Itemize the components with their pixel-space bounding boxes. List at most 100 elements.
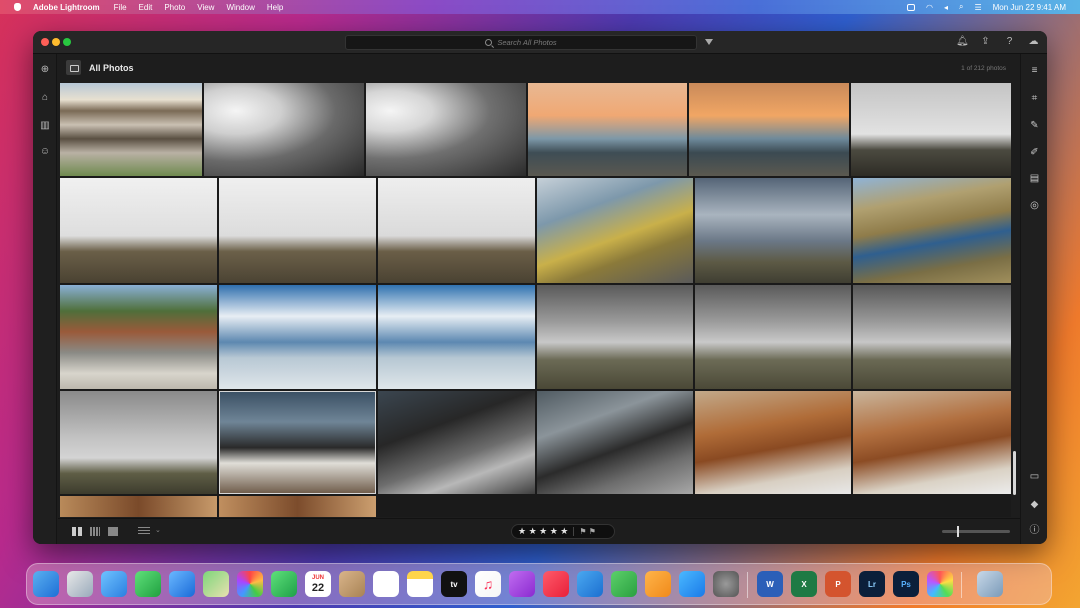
crop-icon[interactable]: ⌗	[1028, 92, 1041, 105]
battery-icon[interactable]	[906, 3, 915, 11]
photo-thumbnail[interactable]	[537, 391, 693, 494]
safari-icon[interactable]	[101, 571, 127, 597]
healing-brush-icon[interactable]: ✎	[1028, 119, 1041, 132]
photo-grid-view-icon[interactable]	[90, 527, 100, 536]
calendar-icon[interactable]: JUN 22	[305, 571, 331, 597]
notifications-bell-icon[interactable]: 🔔︎	[956, 36, 969, 47]
photo-thumbnail-selected[interactable]	[219, 391, 376, 494]
photo-thumbnail[interactable]	[851, 83, 1011, 176]
photo-thumbnail[interactable]	[695, 285, 851, 389]
lightroom-icon[interactable]: Lr	[859, 571, 885, 597]
control-center-icon[interactable]: ☰	[974, 3, 981, 12]
grid-scrollbar[interactable]	[1013, 451, 1016, 495]
messages-icon[interactable]	[135, 571, 161, 597]
contacts-icon[interactable]	[339, 571, 365, 597]
facetime-icon[interactable]	[271, 571, 297, 597]
photo-thumbnail[interactable]	[695, 391, 851, 494]
cloud-sync-icon[interactable]: ☁	[1028, 36, 1039, 47]
color-app-icon[interactable]	[927, 571, 953, 597]
help-icon[interactable]: ?	[1004, 36, 1015, 47]
menu-help[interactable]: Help	[267, 3, 283, 12]
downloads-folder-icon[interactable]	[977, 571, 1003, 597]
radial-filter-icon[interactable]: ◎	[1028, 199, 1041, 212]
maps-icon[interactable]	[203, 571, 229, 597]
menu-view[interactable]: View	[197, 3, 214, 12]
people-icon[interactable]: ☺	[39, 146, 51, 158]
keynote-icon[interactable]	[577, 571, 603, 597]
square-grid-view-icon[interactable]	[72, 527, 82, 536]
photo-thumbnail[interactable]	[378, 178, 535, 283]
search-input[interactable]: Search All Photos	[345, 35, 697, 50]
photo-thumbnail[interactable]	[366, 83, 526, 176]
sort-icon[interactable]	[138, 527, 150, 536]
comments-icon[interactable]: ▭	[1028, 470, 1041, 483]
photo-thumbnail[interactable]	[219, 496, 376, 517]
close-window-button[interactable]	[41, 38, 49, 46]
photo-thumbnail[interactable]	[378, 391, 535, 494]
mail-icon[interactable]	[169, 571, 195, 597]
menu-photo[interactable]: Photo	[164, 3, 185, 12]
thumbnail-size-slider[interactable]	[942, 526, 1010, 537]
menubar-app-name[interactable]: Adobe Lightroom	[33, 3, 100, 12]
launchpad-icon[interactable]	[67, 571, 93, 597]
music-icon[interactable]: ♫	[475, 571, 501, 597]
finder-icon[interactable]	[33, 571, 59, 597]
brush-icon[interactable]: ✐	[1028, 146, 1041, 159]
podcasts-icon[interactable]	[509, 571, 535, 597]
star-rating[interactable]: ★ ★ ★ ★ ★	[518, 526, 568, 537]
flag-icons[interactable]: ⚑ ⚑	[579, 527, 596, 536]
excel-icon[interactable]: X	[791, 571, 817, 597]
photos-icon[interactable]	[237, 571, 263, 597]
menubar-clock[interactable]: Mon Jun 22 9:41 AM	[993, 3, 1066, 12]
notes-icon[interactable]	[407, 571, 433, 597]
share-icon[interactable]: ⇪	[980, 36, 991, 47]
keywords-tag-icon[interactable]: ◆	[1028, 498, 1041, 511]
home-icon[interactable]: ⌂	[39, 92, 51, 104]
chevron-down-icon[interactable]: ⌄	[155, 526, 161, 534]
photo-thumbnail[interactable]	[204, 83, 364, 176]
numbers-icon[interactable]	[611, 571, 637, 597]
photo-thumbnail[interactable]	[537, 178, 693, 283]
menu-file[interactable]: File	[114, 3, 127, 12]
news-icon[interactable]	[543, 571, 569, 597]
slider-handle[interactable]	[957, 526, 959, 537]
library-icon[interactable]: ▥	[39, 120, 51, 132]
photoshop-icon[interactable]: Ps	[893, 571, 919, 597]
minimize-window-button[interactable]	[52, 38, 60, 46]
photo-thumbnail[interactable]	[60, 285, 217, 389]
add-photos-icon[interactable]: ⊕	[39, 64, 51, 76]
menu-window[interactable]: Window	[226, 3, 254, 12]
powerpoint-icon[interactable]: P	[825, 571, 851, 597]
detail-view-icon[interactable]	[108, 527, 118, 536]
photo-thumbnail[interactable]	[853, 285, 1011, 389]
photo-thumbnail[interactable]	[695, 178, 851, 283]
photo-thumbnail[interactable]	[60, 178, 217, 283]
reminders-icon[interactable]	[373, 571, 399, 597]
photo-thumbnail[interactable]	[219, 178, 376, 283]
app-store-icon[interactable]	[679, 571, 705, 597]
filter-icon[interactable]	[705, 39, 713, 45]
search-icon[interactable]: ⌕	[959, 2, 963, 12]
edit-sliders-icon[interactable]: ≡	[1028, 64, 1041, 77]
sound-icon[interactable]: ◂	[944, 3, 948, 12]
wifi-icon[interactable]: ◠	[926, 3, 933, 12]
panel-toggle-icon[interactable]	[66, 60, 81, 75]
photo-thumbnail[interactable]	[853, 391, 1011, 494]
gradient-icon[interactable]: ▤	[1028, 172, 1041, 185]
photo-thumbnail[interactable]	[528, 83, 687, 176]
photo-thumbnail[interactable]	[219, 285, 376, 389]
photo-thumbnail[interactable]	[853, 178, 1011, 283]
photo-thumbnail[interactable]	[537, 285, 693, 389]
apple-tv-icon[interactable]: tv	[441, 571, 467, 597]
menu-edit[interactable]: Edit	[139, 3, 153, 12]
photo-thumbnail[interactable]	[60, 496, 217, 517]
apple-icon[interactable]	[14, 3, 21, 11]
zoom-window-button[interactable]	[63, 38, 71, 46]
info-icon[interactable]: ⓘ	[1028, 524, 1041, 537]
photo-thumbnail[interactable]	[689, 83, 849, 176]
word-icon[interactable]: W	[757, 571, 783, 597]
photo-thumbnail[interactable]	[60, 391, 217, 494]
pages-icon[interactable]	[645, 571, 671, 597]
photo-thumbnail[interactable]	[378, 285, 535, 389]
system-preferences-icon[interactable]	[713, 571, 739, 597]
